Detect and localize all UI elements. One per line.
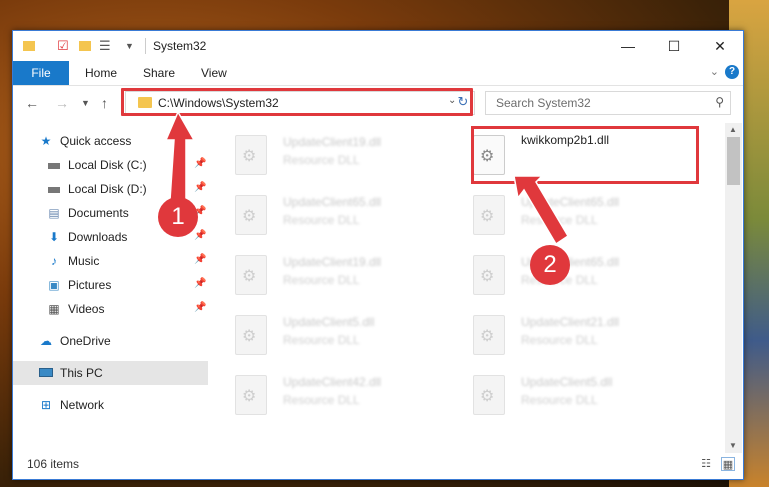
step-2-badge: 2 [530, 245, 570, 285]
step-1-badge: 1 [158, 197, 198, 237]
arrow-to-file [513, 175, 570, 246]
annotation-arrows [164, 110, 570, 246]
arrow-to-address-bar [164, 110, 196, 201]
